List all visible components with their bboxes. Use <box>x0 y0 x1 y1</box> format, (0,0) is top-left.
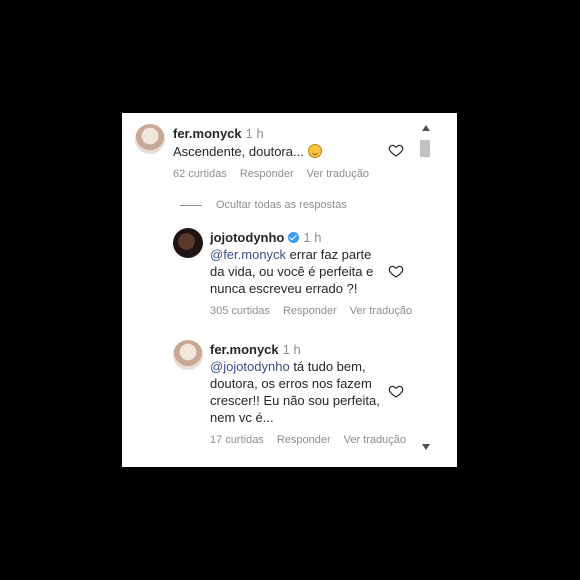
reply-link[interactable]: Responder <box>283 305 337 317</box>
reply-link[interactable]: Responder <box>277 434 331 446</box>
mention-link[interactable]: @jojotodynho <box>210 359 290 374</box>
scrollbar-thumb[interactable] <box>420 140 430 157</box>
likes-count[interactable]: 17 curtidas <box>210 434 264 446</box>
comment-actions: 62 curtidas Responder Ver tradução <box>173 168 382 180</box>
divider-line <box>180 204 202 206</box>
upside-down-face-emoji-icon <box>307 144 322 158</box>
heart-icon[interactable] <box>388 263 404 279</box>
comments-panel: fer.monyck 1 h Ascendente, doutora... 62 … <box>122 113 457 467</box>
avatar[interactable] <box>135 124 165 154</box>
reply-text: @jojotodynho tá tudo bem, doutora, os er… <box>210 359 380 425</box>
translate-link[interactable]: Ver tradução <box>307 168 369 180</box>
reply-text: @fer.monyck errar faz parte da vida, ou … <box>210 247 374 296</box>
reply-link[interactable]: Responder <box>240 168 294 180</box>
reply-actions: 17 curtidas Responder Ver tradução <box>210 434 419 446</box>
reply-username[interactable]: fer.monyck 1 h <box>210 342 301 357</box>
reply-time: 1 h <box>303 230 322 245</box>
likes-count[interactable]: 62 curtidas <box>173 168 227 180</box>
avatar[interactable] <box>173 228 203 258</box>
heart-icon[interactable] <box>388 142 404 158</box>
avatar[interactable] <box>173 340 203 370</box>
hide-replies-button[interactable]: Ocultar todas as respostas <box>180 199 347 211</box>
verified-badge-icon <box>288 232 300 243</box>
comment-time: 1 h <box>245 126 264 141</box>
comment-text: Ascendente, doutora... <box>173 143 322 160</box>
comment-username[interactable]: fer.monyck 1 h <box>173 126 264 141</box>
reply-username[interactable]: jojotodynho 1 h <box>210 230 321 245</box>
likes-count[interactable]: 305 curtidas <box>210 305 270 317</box>
reply-time: 1 h <box>282 342 301 357</box>
scroll-down-icon[interactable] <box>422 444 430 450</box>
translate-link[interactable]: Ver tradução <box>344 434 406 446</box>
heart-icon[interactable] <box>388 383 404 399</box>
reply-actions: 305 curtidas Responder Ver tradução <box>210 305 425 317</box>
translate-link[interactable]: Ver tradução <box>350 305 412 317</box>
mention-link[interactable]: @fer.monyck <box>210 247 286 262</box>
scrollbar[interactable] <box>419 118 432 458</box>
scroll-up-icon[interactable] <box>422 125 430 131</box>
